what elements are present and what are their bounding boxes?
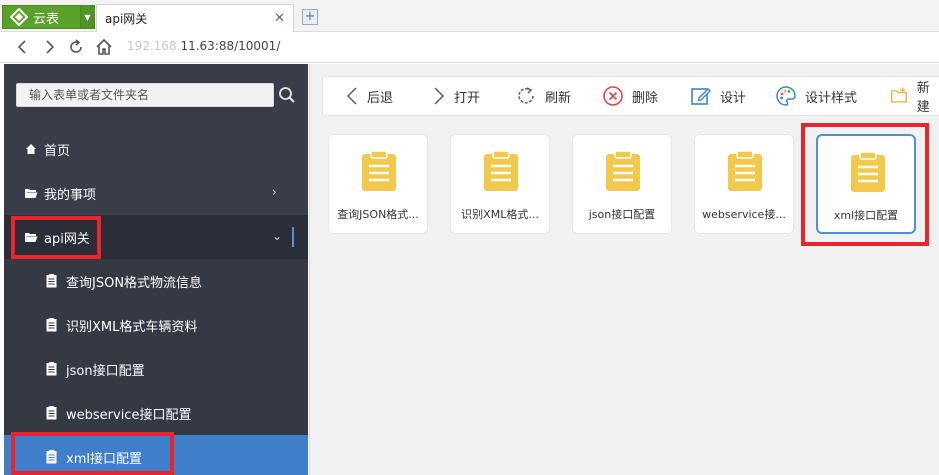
browser-tab-bar: 云表 ▼ api网关 ✕ + [0,0,939,32]
document-icon [46,274,58,288]
sidebar-subitem-label: xml接口配置 [66,451,142,467]
active-indicator [292,227,294,247]
file-name: 查询JSON格式... [337,208,419,221]
sidebar-item-api-gateway[interactable]: api网关 ⌄ [4,215,308,259]
forward-icon[interactable] [40,38,58,56]
browser-nav-bar: 192.168.11.63:88/10001/ [0,32,939,63]
sidebar-item-home[interactable]: 首页 [4,127,308,171]
file-name: json接口配置 [588,208,656,221]
file-name: webservice接... [702,208,786,221]
document-icon [46,362,58,376]
folder-open-icon [24,186,38,200]
delete-button[interactable]: 删除 [602,77,658,115]
brand-logo-icon [10,8,28,26]
browser-tab[interactable]: api网关 ✕ [96,4,294,32]
sidebar-item-label: 我的事项 [44,187,97,203]
home-icon [24,142,38,156]
toolbar: 后退 打开 刷新 删除 设计 设计样式 新建 [322,76,939,116]
document-icon [46,406,58,420]
file-name: 识别XML格式... [461,208,539,221]
clipboard-doc-icon [606,151,640,191]
back-icon[interactable] [14,38,32,56]
document-icon [46,318,58,332]
file-tile[interactable]: webservice接... [694,134,794,234]
sidebar: 首页 我的事项 › api网关 ⌄ 查询JSON格式物流信息 识别XML格式车辆… [4,64,308,475]
new-folder-icon [891,87,907,103]
refresh-button-label: 刷新 [545,90,572,106]
clipboard-doc-icon [362,151,396,191]
design-style-button[interactable]: 设计样式 [775,77,857,115]
back-button-label: 后退 [367,90,394,106]
browser-brand-button[interactable]: 云表 ▼ [2,5,95,29]
edit-icon [691,88,711,105]
refresh-button[interactable]: 刷新 [515,77,571,115]
chevron-down-icon: ⌄ [272,229,283,243]
file-tile[interactable]: 识别XML格式... [450,134,550,234]
reload-icon[interactable] [67,38,85,56]
chevron-left-icon [347,87,357,105]
document-icon [46,450,58,464]
address-main: 11.63:88/10001/ [180,39,281,53]
search-input[interactable] [16,83,274,107]
file-tile-selected[interactable]: xml接口配置 [816,134,916,234]
sidebar-item-label: 首页 [44,143,71,159]
open-button-label: 打开 [454,90,481,106]
design-button-label: 设计 [720,90,747,106]
clipboard-doc-icon [851,152,885,192]
sidebar-subitem-webservice-config[interactable]: webservice接口配置 [4,391,308,435]
sidebar-subitem-query-json[interactable]: 查询JSON格式物流信息 [4,259,308,303]
sidebar-subitem-xml-config[interactable]: xml接口配置 [4,435,308,475]
chevron-right-icon [434,87,444,105]
chevron-right-icon: › [272,185,277,199]
delete-button-label: 删除 [632,90,659,106]
sidebar-item-label: api网关 [44,231,90,247]
new-tab-button[interactable]: + [302,9,318,25]
sidebar-subitem-label: 查询JSON格式物流信息 [66,275,203,291]
palette-icon [776,86,796,106]
sidebar-subitem-identify-xml[interactable]: 识别XML格式车辆资料 [4,303,308,347]
home-nav-icon[interactable] [95,38,113,56]
refresh-icon [518,87,534,104]
back-button[interactable]: 后退 [345,77,393,115]
clipboard-doc-icon [484,151,518,191]
search-icon[interactable] [278,86,296,104]
open-button[interactable]: 打开 [432,77,480,115]
sidebar-subitem-label: webservice接口配置 [66,407,192,423]
sidebar-subitem-label: json接口配置 [66,363,145,379]
sidebar-subitem-label: 识别XML格式车辆资料 [66,319,198,335]
folder-open-icon [24,230,38,244]
tab-close-icon[interactable]: ✕ [274,11,285,26]
design-style-button-label: 设计样式 [805,90,858,106]
sidebar-subitem-json-config[interactable]: json接口配置 [4,347,308,391]
brand-dropdown-icon[interactable]: ▼ [80,6,94,28]
clipboard-doc-icon [728,151,762,191]
sidebar-item-my-tasks[interactable]: 我的事项 › [4,171,308,215]
address-prefix: 192. [127,39,154,53]
design-button[interactable]: 设计 [690,77,746,115]
new-button-label: 新建 [916,81,930,115]
address-bar[interactable]: 192.168.11.63:88/10001/ [127,39,280,53]
file-tile[interactable]: 查询JSON格式... [328,134,428,234]
file-name: xml接口配置 [833,209,899,222]
file-tile[interactable]: json接口配置 [572,134,672,234]
address-dim: 168. [153,39,181,53]
tab-title: api网关 [105,12,148,26]
brand-label: 云表 [33,11,60,27]
delete-icon [603,86,623,106]
main-content: 后退 打开 刷新 删除 设计 设计样式 新建 查询JSON格式... 识别XML… [309,64,939,475]
new-button[interactable]: 新建 [890,77,939,115]
